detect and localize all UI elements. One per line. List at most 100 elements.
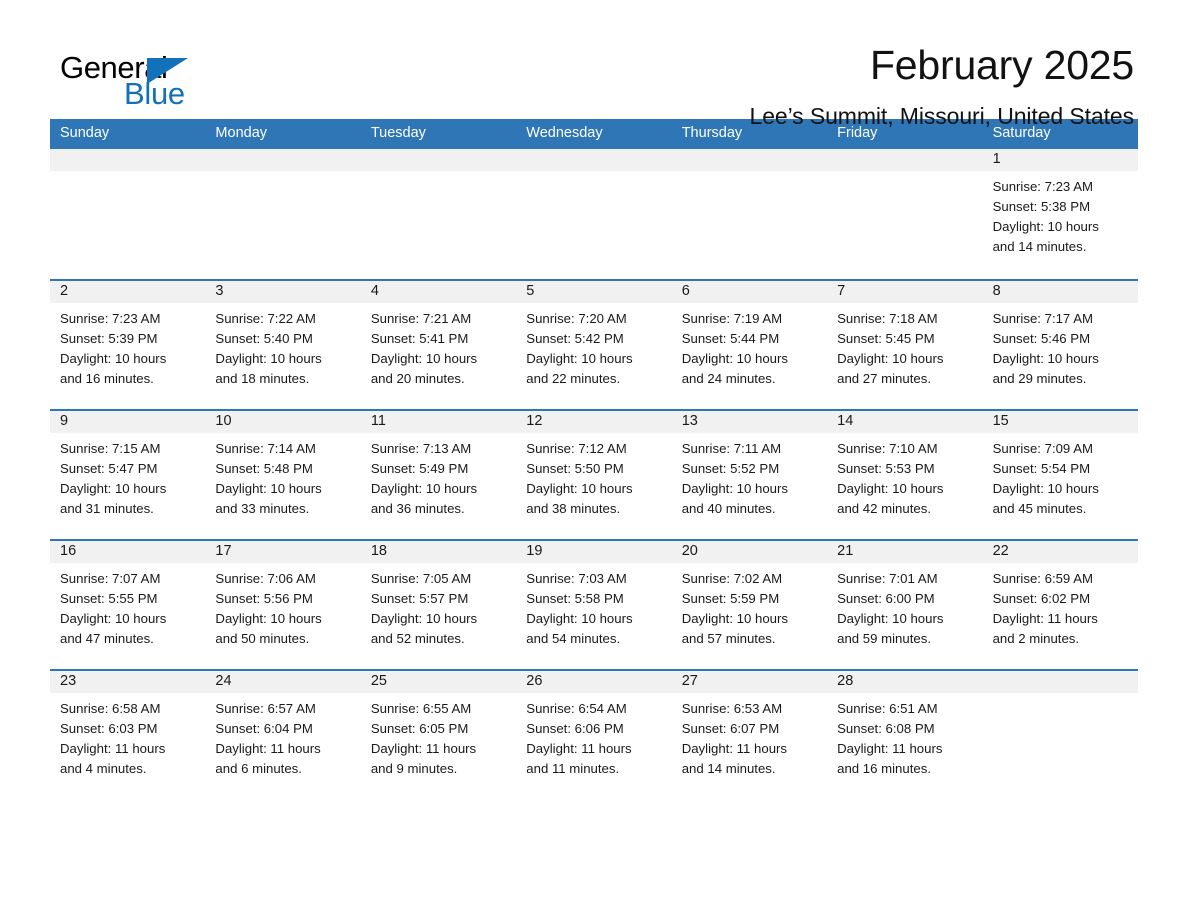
- calendar-day-cell[interactable]: 22 Sunrise: 6:59 AM Sunset: 6:02 PM Dayligh…: [982, 541, 1138, 669]
- day-info-line: Sunset: 5:54 PM: [992, 461, 1091, 476]
- calendar-week-row: 9 Sunrise: 7:15 AM Sunset: 5:47 PM Daylight…: [50, 409, 1138, 539]
- day-info-line: Sunrise: 7:23 AM: [992, 179, 1093, 194]
- day-sun-info: Sunrise: 7:22 AM Sunset: 5:40 PM Daylight:…: [205, 303, 360, 409]
- day-info-line: and 9 minutes.: [370, 761, 458, 776]
- day-number: [827, 149, 983, 171]
- calendar-day-cell[interactable]: 20 Sunrise: 7:02 AM Sunset: 5:59 PM Dayligh…: [671, 541, 828, 669]
- calendar-day-cell[interactable]: 16 Sunrise: 7:07 AM Sunset: 5:55 PM Dayligh…: [50, 541, 206, 669]
- calendar-weeks: 1 Sunrise: 7:23 AM Sunset: 5:38 PM Daylight…: [50, 147, 1138, 799]
- day-info-line: Daylight: 11 hours: [681, 741, 788, 756]
- day-info-line: Daylight: 11 hours: [370, 741, 477, 756]
- calendar-empty-cell: [982, 671, 1138, 799]
- day-sun-info: Sunrise: 7:20 AM Sunset: 5:42 PM Daylight:…: [516, 303, 671, 409]
- calendar-day-cell[interactable]: 26 Sunrise: 6:54 AM Sunset: 6:06 PM Dayligh…: [516, 671, 672, 799]
- day-info-line: Sunset: 5:49 PM: [370, 461, 469, 476]
- day-sun-info: [361, 171, 516, 279]
- day-info-line: Daylight: 10 hours: [681, 351, 788, 366]
- day-info-line: Daylight: 10 hours: [370, 351, 478, 366]
- day-info-line: Sunrise: 7:03 AM: [526, 571, 627, 586]
- day-info-line: Daylight: 10 hours: [215, 611, 322, 626]
- day-info-line: and 16 minutes.: [837, 761, 931, 776]
- calendar-day-cell[interactable]: 10 Sunrise: 7:14 AM Sunset: 5:48 PM Dayligh…: [205, 411, 361, 539]
- day-info-line: Sunset: 5:48 PM: [215, 461, 313, 476]
- day-info-line: Daylight: 10 hours: [992, 481, 1099, 496]
- calendar-day-cell[interactable]: 3 Sunrise: 7:22 AM Sunset: 5:40 PM Daylight…: [205, 281, 361, 409]
- day-info-line: Sunrise: 6:59 AM: [992, 571, 1093, 586]
- day-sun-info: Sunrise: 7:23 AM Sunset: 5:39 PM Daylight:…: [50, 303, 205, 409]
- day-number: [205, 149, 361, 171]
- day-number: 2: [50, 281, 206, 303]
- day-sun-info: Sunrise: 7:03 AM Sunset: 5:58 PM Daylight:…: [516, 563, 671, 669]
- calendar-week-row: 1 Sunrise: 7:23 AM Sunset: 5:38 PM Daylight…: [50, 147, 1138, 279]
- day-sun-info: [983, 693, 1138, 799]
- logo-text-blue: Blue: [124, 76, 185, 111]
- calendar-day-cell[interactable]: 13 Sunrise: 7:11 AM Sunset: 5:52 PM Dayligh…: [671, 411, 828, 539]
- calendar-day-cell[interactable]: 7 Sunrise: 7:18 AM Sunset: 5:45 PM Daylight…: [827, 281, 983, 409]
- day-info-line: Sunset: 5:47 PM: [60, 461, 158, 476]
- day-info-line: and 14 minutes.: [681, 761, 776, 776]
- day-info-line: Sunset: 5:53 PM: [837, 461, 935, 476]
- day-info-line: and 59 minutes.: [837, 631, 931, 646]
- day-info-line: Sunset: 5:59 PM: [681, 591, 780, 606]
- calendar-day-cell[interactable]: 15 Sunrise: 7:09 AM Sunset: 5:54 PM Dayligh…: [982, 411, 1138, 539]
- day-sun-info: Sunrise: 7:02 AM Sunset: 5:59 PM Daylight:…: [672, 563, 827, 669]
- day-sun-info: Sunrise: 7:12 AM Sunset: 5:50 PM Daylight:…: [516, 433, 671, 539]
- day-sun-info: Sunrise: 6:53 AM Sunset: 6:07 PM Daylight:…: [672, 693, 827, 799]
- calendar-day-cell[interactable]: 9 Sunrise: 7:15 AM Sunset: 5:47 PM Daylight…: [50, 411, 206, 539]
- day-info-line: Daylight: 10 hours: [526, 351, 633, 366]
- calendar-day-cell[interactable]: 11 Sunrise: 7:13 AM Sunset: 5:49 PM Dayligh…: [360, 411, 517, 539]
- day-sun-info: Sunrise: 6:58 AM Sunset: 6:03 PM Daylight:…: [50, 693, 205, 799]
- day-sun-info: Sunrise: 6:51 AM Sunset: 6:08 PM Daylight:…: [827, 693, 982, 799]
- day-sun-info: Sunrise: 6:57 AM Sunset: 6:04 PM Daylight:…: [205, 693, 360, 799]
- generalblue-logo[interactable]: General Blue: [50, 44, 200, 111]
- day-info-line: Daylight: 10 hours: [681, 611, 788, 626]
- day-info-line: Daylight: 10 hours: [215, 481, 322, 496]
- day-number: 10: [205, 411, 361, 433]
- day-info-line: Daylight: 10 hours: [60, 611, 167, 626]
- calendar-empty-cell: [671, 149, 828, 279]
- day-info-line: Sunset: 6:08 PM: [837, 721, 935, 736]
- day-info-line: Sunset: 5:56 PM: [215, 591, 313, 606]
- day-info-line: and 45 minutes.: [992, 501, 1087, 516]
- day-info-line: Sunrise: 7:18 AM: [837, 311, 938, 326]
- day-info-line: Daylight: 11 hours: [992, 611, 1098, 626]
- calendar-day-cell[interactable]: 8 Sunrise: 7:17 AM Sunset: 5:46 PM Daylight…: [982, 281, 1138, 409]
- calendar-week-row: 16 Sunrise: 7:07 AM Sunset: 5:55 PM Dayligh…: [50, 539, 1138, 669]
- calendar-day-cell[interactable]: 14 Sunrise: 7:10 AM Sunset: 5:53 PM Dayligh…: [827, 411, 983, 539]
- day-info-line: and 57 minutes.: [681, 631, 776, 646]
- day-number: 22: [982, 541, 1138, 563]
- day-number: 17: [205, 541, 361, 563]
- day-info-line: Daylight: 10 hours: [60, 481, 167, 496]
- calendar-day-cell[interactable]: 17 Sunrise: 7:06 AM Sunset: 5:56 PM Dayligh…: [205, 541, 361, 669]
- day-number: 1: [982, 149, 1138, 171]
- day-number: 21: [827, 541, 983, 563]
- calendar-day-cell[interactable]: 1 Sunrise: 7:23 AM Sunset: 5:38 PM Daylight…: [982, 149, 1138, 279]
- day-sun-info: Sunrise: 7:13 AM Sunset: 5:49 PM Daylight:…: [361, 433, 516, 539]
- day-number: 8: [982, 281, 1138, 303]
- calendar-day-cell[interactable]: 2 Sunrise: 7:23 AM Sunset: 5:39 PM Daylight…: [50, 281, 206, 409]
- calendar-day-cell[interactable]: 4 Sunrise: 7:21 AM Sunset: 5:41 PM Daylight…: [360, 281, 517, 409]
- calendar-day-cell[interactable]: 6 Sunrise: 7:19 AM Sunset: 5:44 PM Daylight…: [671, 281, 828, 409]
- day-info-line: and 16 minutes.: [60, 371, 154, 386]
- day-number: 19: [516, 541, 672, 563]
- day-number: [360, 149, 517, 171]
- day-info-line: and 42 minutes.: [837, 501, 931, 516]
- calendar-day-cell[interactable]: 19 Sunrise: 7:03 AM Sunset: 5:58 PM Dayligh…: [516, 541, 672, 669]
- calendar-day-cell[interactable]: 28 Sunrise: 6:51 AM Sunset: 6:08 PM Dayligh…: [827, 671, 983, 799]
- calendar-empty-cell: [827, 149, 983, 279]
- calendar-week-row: 23 Sunrise: 6:58 AM Sunset: 6:03 PM Dayligh…: [50, 669, 1138, 799]
- calendar-day-cell[interactable]: 27 Sunrise: 6:53 AM Sunset: 6:07 PM Dayligh…: [671, 671, 828, 799]
- calendar-day-cell[interactable]: 12 Sunrise: 7:12 AM Sunset: 5:50 PM Dayligh…: [516, 411, 672, 539]
- day-info-line: Sunset: 5:46 PM: [992, 331, 1091, 346]
- calendar-day-cell[interactable]: 18 Sunrise: 7:05 AM Sunset: 5:57 PM Dayligh…: [360, 541, 517, 669]
- day-info-line: and 14 minutes.: [992, 239, 1087, 254]
- calendar-day-cell[interactable]: 21 Sunrise: 7:01 AM Sunset: 6:00 PM Dayligh…: [827, 541, 983, 669]
- day-info-line: and 54 minutes.: [526, 631, 621, 646]
- calendar-day-cell[interactable]: 5 Sunrise: 7:20 AM Sunset: 5:42 PM Daylight…: [516, 281, 672, 409]
- day-sun-info: Sunrise: 7:01 AM Sunset: 6:00 PM Daylight:…: [827, 563, 982, 669]
- calendar-day-cell[interactable]: 25 Sunrise: 6:55 AM Sunset: 6:05 PM Dayligh…: [360, 671, 517, 799]
- day-number: 11: [360, 411, 517, 433]
- calendar-day-cell[interactable]: 23 Sunrise: 6:58 AM Sunset: 6:03 PM Dayligh…: [50, 671, 206, 799]
- title-block: February 2025 Lee’s Summit, Missouri, Un…: [750, 43, 1138, 130]
- calendar-day-cell[interactable]: 24 Sunrise: 6:57 AM Sunset: 6:04 PM Dayligh…: [205, 671, 361, 799]
